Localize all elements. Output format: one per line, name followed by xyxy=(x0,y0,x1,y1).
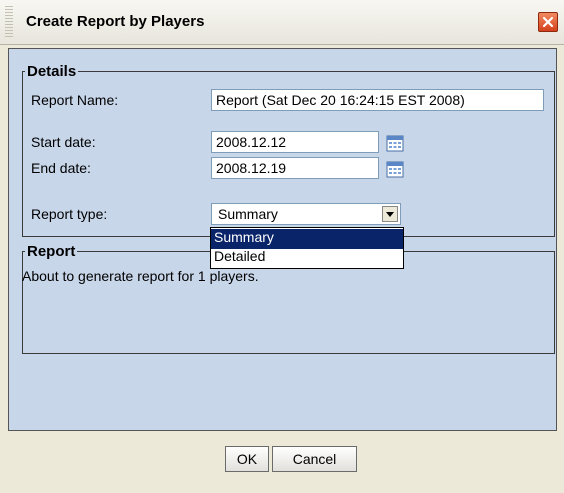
report-type-selected-value: Summary xyxy=(218,206,278,222)
chevron-down-icon[interactable] xyxy=(382,206,398,222)
end-date-label: End date: xyxy=(31,160,91,176)
report-message: About to generate report for 1 players. xyxy=(22,268,259,284)
report-name-label: Report Name: xyxy=(31,92,119,108)
create-report-dialog: Create Report by Players Details Report … xyxy=(0,0,564,493)
ok-button[interactable]: OK xyxy=(225,446,269,472)
end-date-calendar-icon[interactable] xyxy=(386,160,404,178)
dialog-title: Create Report by Players xyxy=(26,13,205,30)
start-date-label: Start date: xyxy=(31,134,96,150)
details-legend: Details xyxy=(27,63,77,80)
end-date-input[interactable]: 2008.12.19 xyxy=(211,157,379,179)
start-date-calendar-icon[interactable] xyxy=(386,134,404,152)
option-detailed[interactable]: Detailed xyxy=(211,248,403,268)
report-type-label: Report type: xyxy=(31,206,108,222)
start-date-input[interactable]: 2008.12.12 xyxy=(211,131,379,153)
close-button[interactable] xyxy=(538,12,558,32)
title-bar[interactable]: Create Report by Players xyxy=(0,0,564,45)
report-type-dropdown-list[interactable]: Summary Detailed xyxy=(210,227,404,269)
drag-grip-icon[interactable] xyxy=(5,6,13,38)
option-summary[interactable]: Summary xyxy=(211,229,403,249)
report-type-select[interactable]: Summary xyxy=(211,203,401,225)
close-icon xyxy=(542,16,554,28)
cancel-button[interactable]: Cancel xyxy=(272,446,357,472)
report-name-input[interactable]: Report (Sat Dec 20 16:24:15 EST 2008) xyxy=(211,89,544,111)
report-legend: Report xyxy=(27,243,76,260)
